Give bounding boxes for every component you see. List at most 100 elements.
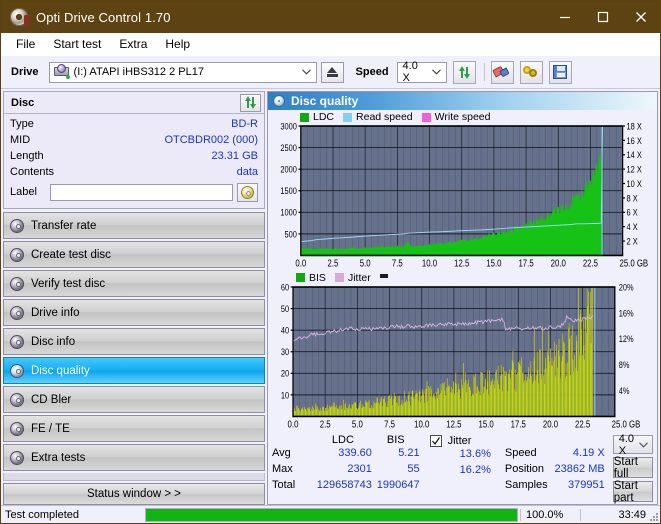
disc-row-contents-key: Contents — [10, 166, 55, 178]
legend-swatch-ldc — [300, 112, 309, 122]
save-button[interactable] — [548, 60, 572, 84]
disc-panel-header: Disc — [4, 92, 264, 114]
svg-text:2.5: 2.5 — [320, 418, 331, 429]
svg-text:500: 500 — [285, 228, 298, 239]
status-window-button[interactable]: Status window > > — [3, 483, 265, 505]
svg-text:12%: 12% — [619, 333, 634, 344]
progress-bar — [145, 507, 518, 522]
svg-text:10 X: 10 X — [627, 178, 643, 189]
sidebar-item-disc-info[interactable]: Disc info — [3, 328, 265, 355]
stats-column-info-values: 4.19 X 23862 MB 379951 — [550, 434, 605, 504]
stats-label-max: Max — [272, 463, 293, 475]
chevron-down-icon — [428, 63, 446, 82]
disc-row-mid: MID OTCBDR002 (000) — [10, 132, 258, 148]
maximize-button[interactable] — [584, 1, 622, 33]
page-title: Disc quality — [291, 94, 359, 108]
disc-label-apply-button[interactable] — [237, 182, 258, 202]
stats-header-ldc: LDC — [331, 434, 354, 446]
sidebar: Disc Type BD-R MID OTCBDR002 (000) Lengt… — [3, 91, 267, 505]
svg-text:12 X: 12 X — [627, 164, 643, 175]
svg-text:0.0: 0.0 — [295, 258, 306, 269]
disc-row-mid-key: MID — [10, 134, 31, 146]
sidebar-item-label: Extra tests — [31, 451, 86, 464]
disc-icon — [10, 276, 24, 291]
sidebar-item-label: CD Bler — [31, 393, 72, 406]
disc-properties: Type BD-R MID OTCBDR002 (000) Length 23.… — [4, 114, 264, 208]
sidebar-item-extra-tests[interactable]: Extra tests — [3, 444, 265, 471]
resize-grip[interactable] — [648, 511, 658, 521]
legend-label-read-speed: Read speed — [356, 111, 413, 123]
eject-button[interactable] — [320, 61, 344, 83]
sidebar-item-create-test-disc[interactable]: Create test disc — [3, 241, 265, 268]
disc-label-input[interactable] — [50, 183, 233, 201]
sidebar-item-verify-test-disc[interactable]: Verify test disc — [3, 270, 265, 297]
key-icon — [523, 65, 539, 79]
menu-item-extra[interactable]: Extra — [110, 34, 156, 54]
menu-item-start-test[interactable]: Start test — [44, 34, 110, 54]
app-disc-icon — [10, 8, 29, 26]
disc-refresh-button[interactable] — [240, 93, 261, 112]
bis-chart[interactable]: 60 50 40 30 20 10 20% 16% 12% 8% 4% 0.0 2.5 5.0 7.5 10.… — [268, 284, 657, 433]
stats-ldc-avg: 339.60 — [338, 447, 372, 459]
toolbar: Drive (I:) ATAPI iHBS312 2 PL17 Speed 4.… — [1, 56, 660, 89]
test-speed-select[interactable]: 4.0 X — [612, 433, 653, 457]
stats-label-speed: Speed — [504, 447, 537, 459]
svg-text:60: 60 — [281, 284, 289, 293]
sidebar-item-disc-quality[interactable]: Disc quality — [3, 357, 265, 384]
stats-value-position: 23862 MB — [554, 463, 605, 475]
svg-text:4%: 4% — [619, 385, 630, 396]
svg-text:20.0: 20.0 — [551, 258, 566, 269]
refresh-button[interactable] — [452, 60, 476, 84]
drive-select[interactable]: (I:) ATAPI iHBS312 2 PL17 — [48, 61, 317, 83]
close-button[interactable] — [622, 1, 660, 33]
stats-jitter-avg: 13.6% — [459, 448, 491, 460]
erase-icon — [492, 63, 512, 81]
cd-icon — [241, 185, 254, 199]
svg-text:7.5: 7.5 — [392, 258, 403, 269]
minimize-button[interactable] — [546, 1, 584, 33]
disc-row-length-value: 23.31 GB — [211, 150, 258, 162]
sidebar-item-cd-bler[interactable]: CD Bler — [3, 386, 265, 413]
menu-item-file[interactable]: File — [7, 34, 44, 54]
ldc-chart[interactable]: 3000 2500 2000 1500 1000 500 18 X 16 X 14 X 12 X 1… — [268, 123, 657, 272]
stats-jitter-max: 16.2% — [459, 464, 491, 476]
speed-select[interactable]: 4.0 X — [396, 60, 447, 84]
svg-text:7.5: 7.5 — [384, 418, 395, 429]
stats-bis-max: 55 — [407, 463, 420, 475]
svg-text:16%: 16% — [619, 307, 634, 318]
stats-header-jitter: Jitter — [447, 435, 472, 447]
svg-text:20.0: 20.0 — [543, 418, 558, 429]
svg-text:25.0 GB: 25.0 GB — [612, 418, 641, 429]
svg-text:5.0: 5.0 — [352, 418, 363, 429]
drive-label: Drive — [11, 66, 39, 78]
statistics-panel: Avg Max Total LDC 339.60 2301 129658743 … — [268, 432, 657, 504]
chevron-down-icon — [298, 63, 316, 82]
sidebar-item-label: Create test disc — [31, 248, 111, 261]
key-button[interactable] — [519, 60, 543, 84]
ldc-chart-legend: LDC Read speed Write speed — [268, 111, 657, 123]
sidebar-item-drive-info[interactable]: Drive info — [3, 299, 265, 326]
progress-percent: 100.0% — [520, 508, 580, 521]
speed-select-value: 4.0 X — [402, 60, 418, 84]
menu-item-help[interactable]: Help — [156, 34, 199, 54]
stats-column-bis: BIS 5.21 55 1990647 — [372, 434, 420, 504]
start-full-button[interactable]: Start full — [612, 456, 653, 480]
jitter-checkbox[interactable] — [429, 435, 442, 447]
start-part-button[interactable]: Start part — [612, 480, 653, 504]
disc-row-type-value: BD-R — [231, 118, 258, 130]
disc-icon — [10, 305, 24, 320]
sidebar-item-fe-te[interactable]: FE / TE — [3, 415, 265, 442]
stats-column-info-labels: Speed Position Samples — [505, 434, 550, 504]
svg-text:2.5: 2.5 — [328, 258, 339, 269]
status-message: Test completed — [5, 508, 79, 521]
erase-button[interactable] — [490, 60, 514, 84]
stats-label-position: Position — [504, 463, 544, 475]
speed-label: Speed — [355, 66, 389, 78]
svg-text:25.0 GB: 25.0 GB — [620, 258, 649, 269]
disc-icon — [10, 392, 24, 407]
svg-text:10.0: 10.0 — [414, 418, 429, 429]
svg-text:40: 40 — [281, 324, 289, 335]
sidebar-item-transfer-rate[interactable]: Transfer rate — [3, 212, 265, 239]
stats-value-speed: 4.19 X — [572, 447, 605, 459]
stats-bis-avg: 5.21 — [398, 447, 420, 459]
